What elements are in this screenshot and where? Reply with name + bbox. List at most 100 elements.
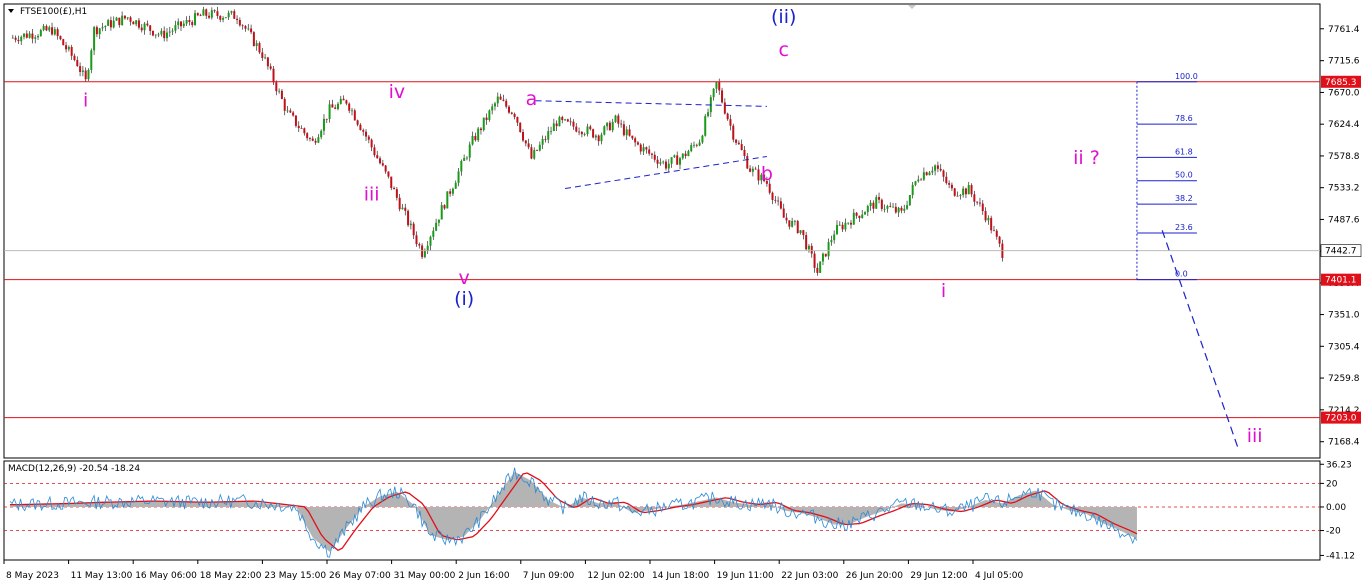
candle-body xyxy=(322,118,325,131)
wave-label: iv xyxy=(389,81,406,103)
candle-body xyxy=(37,36,40,38)
candle-body xyxy=(384,165,387,172)
candle-body xyxy=(233,11,236,19)
candle-body xyxy=(454,182,457,189)
candle-body xyxy=(485,117,488,121)
candle-body xyxy=(678,158,681,165)
candle-body xyxy=(743,150,746,156)
level-price-label: 7203.0 xyxy=(1325,414,1357,424)
candle-body xyxy=(555,123,558,127)
candle-body xyxy=(939,168,942,171)
candle-body xyxy=(488,110,491,121)
candle-body xyxy=(465,157,468,159)
candle-body xyxy=(126,17,129,19)
candle-body xyxy=(606,122,609,127)
wave-label: iii xyxy=(1247,425,1263,447)
candle-body xyxy=(541,138,544,145)
candle-body xyxy=(897,207,900,213)
candle-body xyxy=(213,10,216,12)
candle-body xyxy=(356,120,359,125)
candle-body xyxy=(292,112,295,116)
candle-body xyxy=(536,149,539,151)
candle-body xyxy=(513,113,516,118)
candle-body xyxy=(796,220,799,233)
time-tick-label: 2 Jun 16:00 xyxy=(458,571,510,581)
candle-body xyxy=(432,230,435,237)
candle-body xyxy=(945,176,948,184)
candle-body xyxy=(519,122,522,133)
time-tick-label: 12 Jun 02:00 xyxy=(587,571,644,581)
candle-body xyxy=(847,222,850,224)
candle-body xyxy=(861,214,864,218)
candle-body xyxy=(93,27,96,51)
candle-body xyxy=(191,22,194,26)
candle-body xyxy=(443,205,446,209)
candle-body xyxy=(435,222,438,231)
candle-body xyxy=(664,161,667,169)
level-price-label: 7685.3 xyxy=(1325,78,1357,88)
candle-body xyxy=(180,21,183,27)
fib-level-label: 23.6 xyxy=(1175,223,1193,232)
candle-body xyxy=(662,161,665,163)
candle-body xyxy=(353,110,356,121)
macd-tick-label: -20 xyxy=(1326,527,1341,537)
candle-body xyxy=(493,103,496,107)
candle-body xyxy=(502,99,505,101)
candle-body xyxy=(580,131,583,135)
time-tick-label: 31 May 00:00 xyxy=(394,571,456,581)
candle-body xyxy=(645,147,648,150)
candle-body xyxy=(866,206,869,213)
candle-body xyxy=(507,106,510,113)
candle-body xyxy=(586,126,589,135)
time-tick-label: 14 Jun 18:00 xyxy=(652,571,709,581)
candle-body xyxy=(129,17,132,22)
candle-body xyxy=(550,131,553,132)
candle-body xyxy=(908,194,911,206)
candle-body xyxy=(636,142,639,145)
candle-body xyxy=(171,30,174,32)
candle-body xyxy=(269,66,272,69)
candle-body xyxy=(953,188,956,196)
candle-body xyxy=(236,18,239,20)
candle-body xyxy=(990,217,993,231)
time-tick-label: 26 Jun 20:00 xyxy=(846,571,903,581)
candle-body xyxy=(911,184,914,195)
wave-label: i xyxy=(941,280,946,302)
time-tick-label: 8 May 2023 xyxy=(6,571,59,581)
wave-label: c xyxy=(778,39,788,61)
candle-body xyxy=(917,179,920,182)
candle-body xyxy=(320,130,323,138)
candle-body xyxy=(244,26,247,29)
candle-body xyxy=(379,158,382,164)
candle-body xyxy=(572,121,575,127)
candle-body xyxy=(334,107,337,109)
candle-body xyxy=(479,128,482,131)
candle-body xyxy=(280,90,283,99)
candle-body xyxy=(757,169,760,181)
candle-body xyxy=(491,106,494,111)
fib-level-label: 61.8 xyxy=(1175,147,1193,156)
candle-body xyxy=(177,21,180,26)
candle-body xyxy=(168,31,171,33)
candle-body xyxy=(622,124,625,136)
candle-body xyxy=(931,170,934,173)
candle-body xyxy=(62,39,65,46)
price-chart[interactable]: 7761.4 7715.6 7670.0 7624.4 7578.8 7533.2 7487… xyxy=(0,0,1366,588)
candle-body xyxy=(544,138,547,140)
time-tick-label: 4 Jul 05:00 xyxy=(975,571,1024,581)
candle-body xyxy=(964,188,967,195)
candle-body xyxy=(390,176,393,188)
time-tick-label: 16 May 06:00 xyxy=(135,571,197,581)
candle-body xyxy=(42,26,45,31)
candle-body xyxy=(833,234,836,241)
candle-body xyxy=(266,57,269,67)
candle-body xyxy=(160,30,163,35)
candle-body xyxy=(578,131,581,133)
candle-body xyxy=(967,185,970,195)
candle-body xyxy=(345,100,348,104)
candle-body xyxy=(199,15,202,17)
candle-body xyxy=(914,181,917,185)
candle-body xyxy=(878,197,881,200)
candle-body xyxy=(693,144,696,146)
candle-body xyxy=(718,82,721,91)
